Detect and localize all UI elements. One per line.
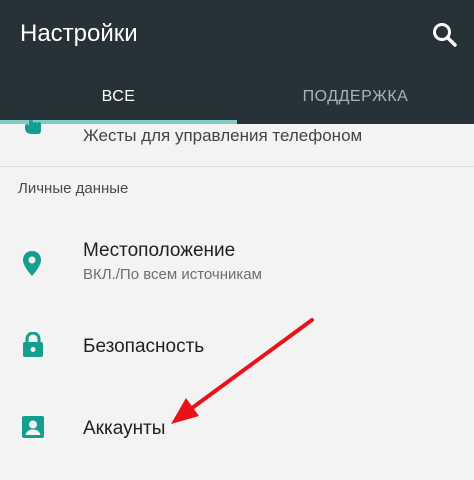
location-title: Местоположение	[83, 240, 236, 261]
search-icon	[433, 23, 457, 47]
settings-screen: Настройки ВСЕ ПОДДЕРЖКА Жесты для управл…	[0, 0, 474, 480]
app-bar: Настройки	[0, 0, 474, 70]
tab-bar: ВСЕ ПОДДЕРЖКА	[0, 70, 474, 124]
app-title: Настройки	[20, 20, 138, 47]
accounts-title: Аккаунты	[83, 418, 166, 439]
security-title: Безопасность	[83, 336, 205, 357]
gesture-hand-icon	[25, 120, 41, 134]
section-divider	[0, 166, 474, 167]
location-pin-icon	[23, 251, 41, 276]
gestures-title: Жесты для управления телефоном	[83, 126, 363, 145]
account-box-icon	[22, 416, 44, 438]
lock-icon	[23, 332, 43, 357]
location-subtitle: ВКЛ./По всем источникам	[83, 266, 262, 283]
section-header-personal: Личные данные	[18, 180, 129, 197]
tab-all[interactable]: ВСЕ	[0, 70, 237, 124]
tab-support[interactable]: ПОДДЕРЖКА	[237, 70, 474, 124]
search-button[interactable]	[428, 18, 462, 52]
